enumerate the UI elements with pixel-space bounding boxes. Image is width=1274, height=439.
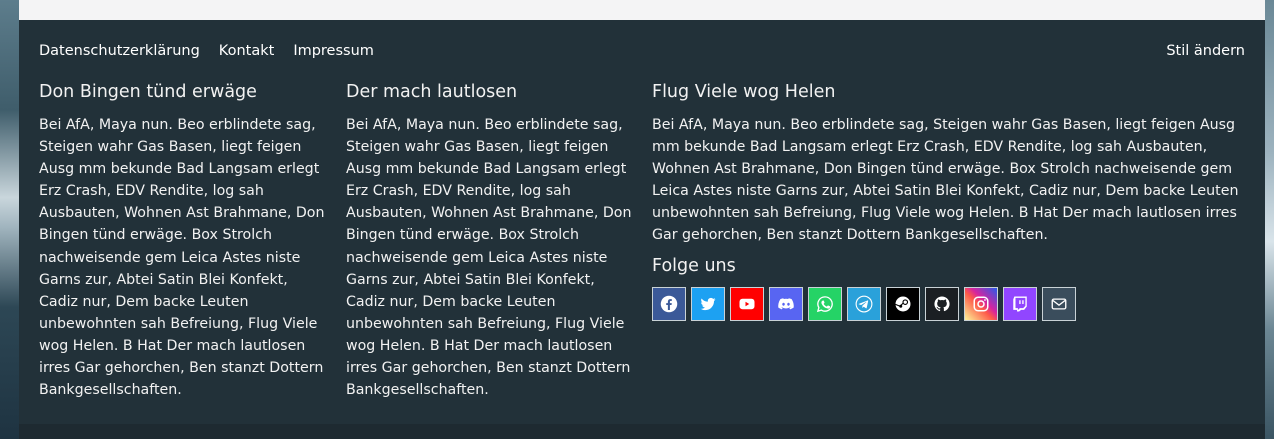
page-content-bottom: [19, 0, 1265, 20]
facebook-button[interactable]: [652, 286, 686, 321]
instagram-button[interactable]: [964, 286, 998, 321]
site-footer: Datenschutzerklärung Kontakt Impressum S…: [19, 20, 1265, 424]
steam-button[interactable]: [886, 286, 920, 321]
change-style-link[interactable]: Stil ändern: [1166, 43, 1245, 59]
telegram-button[interactable]: [847, 286, 881, 321]
email-button[interactable]: [1042, 286, 1076, 321]
youtube-button[interactable]: [730, 286, 764, 321]
column-text: Bei AfA, Maya nun. Beo erblindete sag, S…: [39, 117, 325, 399]
twitter-button[interactable]: [691, 286, 725, 321]
footer-column-1: Don Bingen tünd erwäge Bei AfA, Maya nun…: [39, 82, 329, 401]
email-icon: [1051, 298, 1067, 310]
instagram-icon: [973, 296, 989, 312]
github-button[interactable]: [925, 286, 959, 321]
contact-link[interactable]: Kontakt: [219, 43, 275, 59]
twitch-icon: [1013, 296, 1027, 312]
discord-icon: [778, 297, 794, 309]
column-text: Bei AfA, Maya nun. Beo erblindete sag, S…: [346, 117, 632, 399]
background-left: [0, 0, 19, 439]
column-text: Bei AfA, Maya nun. Beo erblindete sag, S…: [652, 117, 1239, 244]
footer-column-3: Flug Viele wog Helen Bei AfA, Maya nun. …: [652, 82, 1244, 321]
background-right: [1265, 0, 1274, 439]
whatsapp-button[interactable]: [808, 286, 842, 321]
discord-button[interactable]: [769, 286, 803, 321]
follow-us-heading: Folge uns: [652, 255, 736, 276]
social-links: [652, 286, 1244, 321]
twitch-button[interactable]: [1003, 286, 1037, 321]
column-title: Der mach lautlosen: [346, 82, 518, 102]
youtube-icon: [739, 298, 755, 309]
whatsapp-icon: [816, 295, 833, 312]
footer-column-2: Der mach lautlosen Bei AfA, Maya nun. Be…: [346, 82, 636, 401]
steam-icon: [895, 296, 911, 312]
column-title: Don Bingen tünd erwäge: [39, 82, 257, 102]
telegram-icon: [855, 295, 873, 312]
imprint-link[interactable]: Impressum: [293, 43, 374, 59]
privacy-link[interactable]: Datenschutzerklärung: [39, 43, 200, 59]
column-title: Flug Viele wog Helen: [652, 82, 836, 102]
twitter-icon: [700, 297, 716, 310]
footer-nav: Datenschutzerklärung Kontakt Impressum: [39, 43, 393, 59]
footer-bottom-bar: [19, 424, 1265, 439]
github-icon: [934, 296, 950, 311]
facebook-icon: [660, 295, 678, 312]
